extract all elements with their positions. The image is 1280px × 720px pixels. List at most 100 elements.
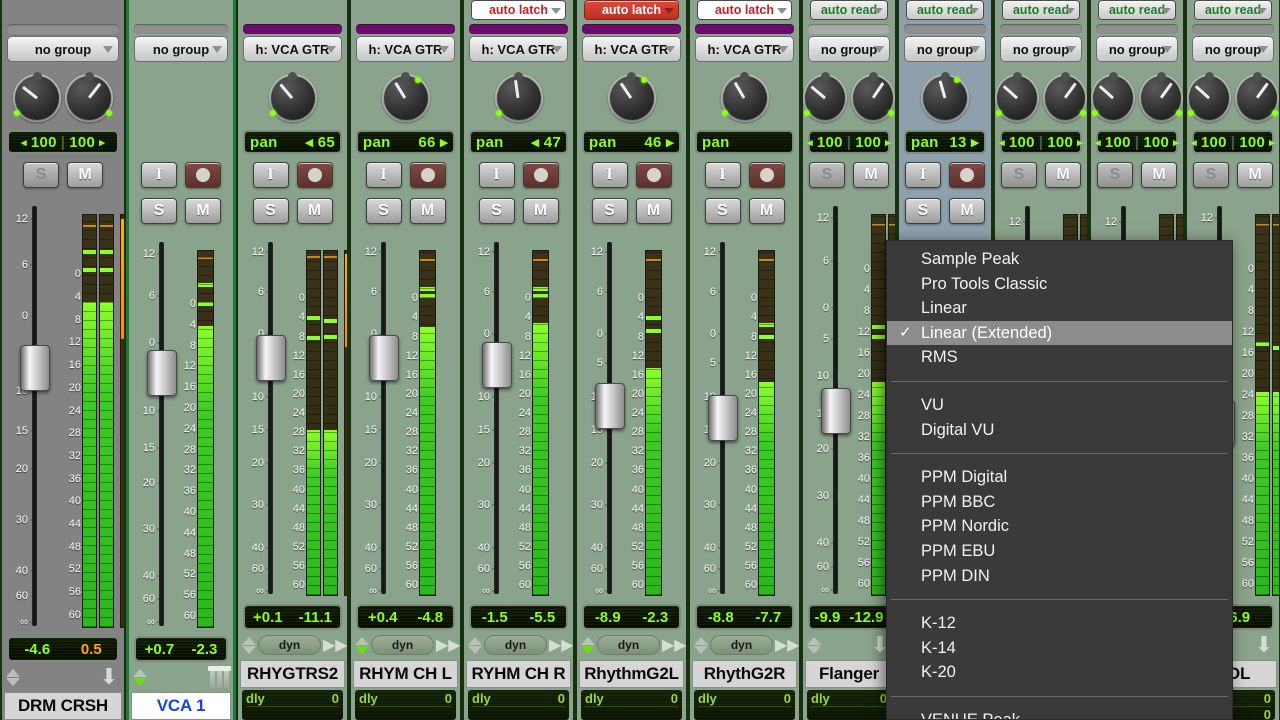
record-enable-button[interactable] — [409, 162, 446, 188]
pan-knob[interactable] — [494, 72, 543, 122]
track-name-plate[interactable]: Flanger — [805, 660, 893, 688]
solo-button[interactable]: S — [704, 198, 741, 224]
arrow-up-icon[interactable] — [694, 636, 708, 645]
input-monitor-button[interactable]: I — [478, 162, 515, 188]
group-selector[interactable]: no group — [904, 36, 986, 62]
gain-value-display[interactable]: -1.5 -5.5 — [469, 604, 568, 630]
fast-forward-icon[interactable]: ▶▶ — [323, 635, 347, 655]
solo-button[interactable]: S — [809, 162, 845, 188]
track-name-plate[interactable]: RYHM CH R — [466, 660, 571, 688]
automation-mode-button[interactable]: auto read — [1002, 0, 1080, 20]
pan-knob[interactable] — [1091, 72, 1135, 122]
record-enable-button[interactable] — [522, 162, 559, 188]
gain-value-display[interactable]: +0.7 -2.3 — [134, 636, 228, 662]
arrow-up-icon[interactable] — [242, 636, 256, 645]
send-line[interactable]: dly 0 — [359, 691, 452, 707]
nudge-arrows[interactable] — [355, 636, 369, 654]
fader-handle[interactable] — [20, 344, 50, 391]
menu-item[interactable]: Pro Tools Classic — [887, 272, 1232, 297]
mute-button[interactable]: M — [1141, 162, 1177, 188]
pan-value-display[interactable]: pan 13 ▸ — [904, 130, 986, 154]
gain-value-display[interactable]: -8.9 -2.3 — [582, 604, 681, 630]
group-selector[interactable]: no group — [808, 36, 890, 62]
input-monitor-button[interactable]: I — [141, 162, 177, 188]
automation-mode-button[interactable]: auto latch — [471, 0, 566, 20]
input-monitor-button[interactable]: I — [704, 162, 741, 188]
menu-item[interactable]: VU — [887, 393, 1232, 418]
record-enable-button[interactable] — [949, 162, 985, 188]
menu-item[interactable]: PPM BBC — [887, 490, 1232, 515]
arrow-down-icon[interactable] — [468, 645, 482, 654]
automation-mode-button[interactable]: auto read — [906, 0, 984, 20]
solo-button[interactable]: S — [23, 162, 59, 188]
solo-button[interactable]: S — [478, 198, 515, 224]
arrow-up-icon[interactable] — [468, 636, 482, 645]
gain-value-display[interactable]: -8.8 -7.7 — [695, 604, 794, 630]
mute-button[interactable]: M — [949, 198, 985, 224]
fast-forward-icon[interactable]: ▶▶ — [549, 635, 573, 655]
gain-value-display[interactable]: -9.9 -12.9 — [808, 604, 890, 630]
mute-button[interactable]: M — [185, 198, 221, 224]
dynamics-button[interactable]: dyn — [371, 635, 434, 655]
fader-handle[interactable] — [821, 388, 851, 435]
metering-type-menu[interactable]: Sample Peak Pro Tools Classic Linear ✓ Linea… — [886, 240, 1233, 720]
mute-button[interactable]: M — [67, 162, 103, 188]
arrow-down-icon[interactable] — [807, 645, 821, 654]
fast-forward-icon[interactable]: ▶▶ — [662, 635, 686, 655]
nudge-arrows[interactable] — [468, 636, 482, 654]
send-row[interactable]: dly 0 — [807, 690, 891, 720]
pan-knob[interactable] — [1235, 72, 1279, 122]
send-row[interactable]: dly 0 — [242, 690, 343, 720]
pan-knob[interactable] — [720, 72, 769, 122]
output-arrow-icon[interactable]: ⬇ — [98, 665, 120, 689]
gain-value-display[interactable]: +0.1 -11.1 — [243, 604, 342, 630]
pan-knob[interactable] — [1043, 72, 1087, 122]
menu-item[interactable]: RMS — [887, 345, 1232, 370]
fader-track[interactable] — [20, 206, 50, 626]
pan-knob[interactable] — [995, 72, 1039, 122]
menu-item[interactable]: PPM Nordic — [887, 514, 1232, 539]
nudge-arrows[interactable] — [133, 668, 147, 686]
arrow-up-icon[interactable] — [581, 636, 595, 645]
solo-button[interactable]: S — [141, 198, 177, 224]
pan-value-display[interactable]: pan — [695, 130, 794, 154]
arrow-up-icon[interactable] — [6, 668, 20, 677]
menu-item[interactable]: PPM Digital — [887, 465, 1232, 490]
fader-track[interactable] — [595, 242, 625, 594]
track-name-plate[interactable]: RHYM CH L — [353, 660, 458, 688]
track-name-plate[interactable]: RhythmG2L — [579, 660, 684, 688]
group-selector[interactable]: h: VCA GTR — [469, 36, 568, 62]
solo-button[interactable]: S — [252, 198, 289, 224]
record-enable-button[interactable] — [748, 162, 785, 188]
pan-value-display[interactable]: ◂ 100 | 100 ▸ — [999, 130, 1083, 154]
solo-button[interactable]: S — [591, 198, 628, 224]
input-monitor-button[interactable]: I — [365, 162, 402, 188]
nudge-arrows[interactable] — [242, 636, 256, 654]
output-arrow-icon[interactable]: ⬇ — [1253, 633, 1275, 657]
arrow-down-icon[interactable] — [355, 645, 369, 654]
pan-knob[interactable] — [607, 72, 656, 122]
group-selector[interactable]: h: VCA GTR — [243, 36, 342, 62]
track-name-plate[interactable]: RHYGTRS2 — [240, 660, 345, 688]
gain-value-display[interactable]: -4.6 0.5 — [7, 636, 119, 662]
menu-item[interactable]: Linear — [887, 296, 1232, 321]
input-monitor-button[interactable]: I — [252, 162, 289, 188]
arrow-up-icon[interactable] — [355, 636, 369, 645]
pan-knob[interactable] — [803, 72, 847, 122]
arrow-down-icon[interactable] — [242, 645, 256, 654]
menu-item[interactable]: K-14 — [887, 636, 1232, 661]
pan-knob[interactable] — [851, 72, 895, 122]
send-line[interactable]: dly 0 — [585, 691, 678, 707]
automation-mode-button[interactable]: auto latch — [584, 0, 679, 20]
nudge-arrows[interactable] — [694, 636, 708, 654]
pan-knob[interactable] — [1187, 72, 1231, 122]
fader-handle[interactable] — [708, 395, 738, 442]
fast-forward-icon[interactable]: ▶▶ — [775, 635, 799, 655]
pan-value-display[interactable]: pan ◂ 65 — [243, 130, 342, 154]
fader-handle[interactable] — [482, 342, 512, 389]
arrow-up-icon[interactable] — [807, 636, 821, 645]
group-selector[interactable]: no group — [7, 36, 119, 62]
mute-button[interactable]: M — [853, 162, 889, 188]
pan-value-display[interactable]: pan ◂ 47 — [469, 130, 568, 154]
group-selector[interactable]: h: VCA GTR — [695, 36, 794, 62]
